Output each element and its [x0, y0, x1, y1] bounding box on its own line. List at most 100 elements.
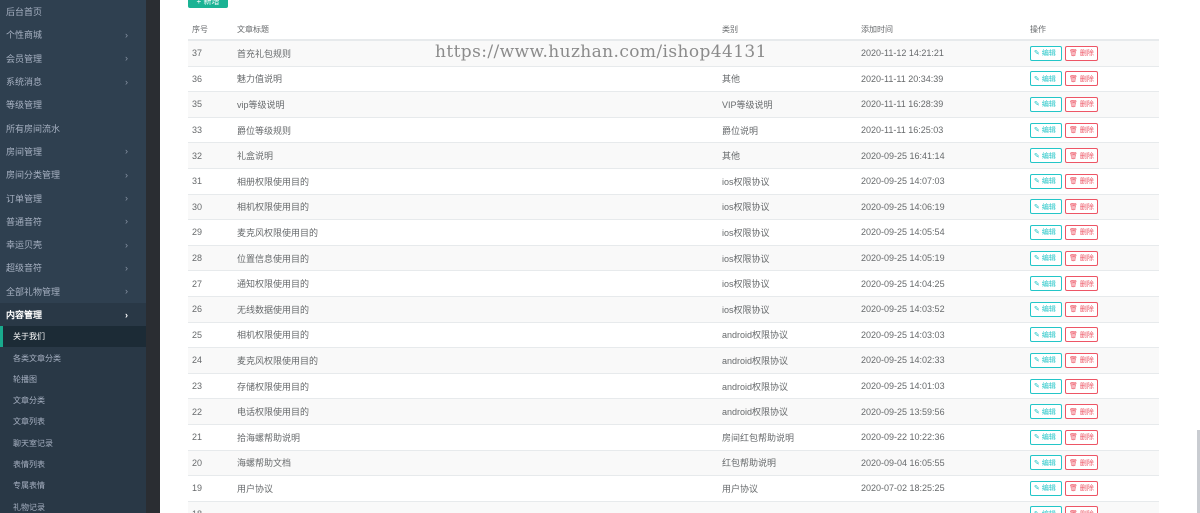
delete-button[interactable]: 🗑删除: [1065, 71, 1098, 87]
edit-button[interactable]: ✎编辑: [1030, 276, 1062, 292]
sidebar-item[interactable]: 系统消息 ›: [0, 70, 146, 93]
sidebar-item[interactable]: 所有房间流水: [0, 116, 146, 139]
pencil-icon: ✎: [1034, 459, 1040, 467]
sidebar-item[interactable]: 等级管理: [0, 93, 146, 116]
row-time: 2020-09-25 13:59:56: [861, 406, 945, 417]
header-category: 类别: [722, 25, 738, 34]
sidebar-item[interactable]: 超级音符 ›: [0, 256, 146, 279]
row-time: 2020-09-25 16:41:14: [861, 150, 945, 161]
pencil-icon: ✎: [1034, 408, 1040, 416]
main-content: + 新增 序号 文章标题 类别 添加时间 操作 37 首充礼包规则 2020-11-…: [160, 0, 1200, 513]
delete-button[interactable]: 🗑删除: [1065, 173, 1098, 189]
pencil-icon: ✎: [1034, 50, 1040, 58]
edit-button[interactable]: ✎编辑: [1030, 429, 1062, 445]
edit-button[interactable]: ✎编辑: [1030, 173, 1062, 189]
delete-button[interactable]: 🗑删除: [1065, 148, 1098, 164]
edit-button[interactable]: ✎编辑: [1030, 148, 1062, 164]
sidebar-subitem[interactable]: 关于我们: [0, 326, 146, 348]
delete-button[interactable]: 🗑删除: [1065, 199, 1098, 215]
edit-button[interactable]: ✎编辑: [1030, 122, 1062, 138]
delete-button[interactable]: 🗑删除: [1065, 45, 1098, 61]
row-title: 魅力值说明: [237, 74, 283, 85]
row-category: ios权限协议: [722, 227, 770, 238]
edit-button[interactable]: ✎编辑: [1030, 378, 1062, 394]
chevron-right-icon: ›: [125, 76, 128, 87]
sidebar-item[interactable]: 房间分类管理 ›: [0, 163, 146, 186]
edit-button[interactable]: ✎编辑: [1030, 327, 1062, 343]
delete-button[interactable]: 🗑删除: [1065, 224, 1098, 240]
trash-icon: 🗑: [1069, 280, 1078, 288]
delete-button[interactable]: 🗑删除: [1065, 378, 1098, 394]
edit-button[interactable]: ✎编辑: [1030, 71, 1062, 87]
row-category: 红包帮助说明: [722, 458, 777, 469]
row-actions: ✎编辑🗑删除: [1030, 224, 1098, 240]
edit-button[interactable]: ✎编辑: [1030, 404, 1062, 420]
edit-button[interactable]: ✎编辑: [1030, 480, 1062, 496]
sidebar-item[interactable]: 订单管理 ›: [0, 186, 146, 209]
edit-button[interactable]: ✎编辑: [1030, 250, 1062, 266]
trash-icon: 🗑: [1069, 101, 1078, 109]
edit-button[interactable]: ✎编辑: [1030, 506, 1062, 513]
edit-button[interactable]: ✎编辑: [1030, 96, 1062, 112]
row-time: 2020-09-25 14:01:03: [861, 381, 945, 392]
row-title: 麦克风权限使用目的: [237, 227, 319, 238]
delete-button[interactable]: 🗑删除: [1065, 301, 1098, 317]
delete-button[interactable]: 🗑删除: [1065, 122, 1098, 138]
delete-button[interactable]: 🗑删除: [1065, 327, 1098, 343]
trash-icon: 🗑: [1069, 434, 1078, 442]
row-actions: ✎编辑🗑删除: [1030, 71, 1098, 87]
edit-label: 编辑: [1041, 75, 1056, 83]
delete-button[interactable]: 🗑删除: [1065, 250, 1098, 266]
trash-icon: 🗑: [1069, 127, 1078, 135]
sidebar-subitem[interactable]: 表情列表: [0, 453, 146, 476]
delete-button[interactable]: 🗑删除: [1065, 480, 1098, 496]
sidebar-subitem[interactable]: 文章分类: [0, 390, 146, 412]
edit-label: 编辑: [1041, 485, 1056, 493]
delete-button[interactable]: 🗑删除: [1065, 276, 1098, 292]
sidebar-item[interactable]: 房间管理 ›: [0, 140, 146, 163]
edit-button[interactable]: ✎编辑: [1030, 224, 1062, 240]
pencil-icon: ✎: [1034, 178, 1040, 186]
sidebar-item[interactable]: 普通音符 ›: [0, 210, 146, 233]
add-button[interactable]: + 新增: [188, 0, 228, 8]
delete-button[interactable]: 🗑删除: [1065, 455, 1098, 471]
row-title: 位置信息使用目的: [237, 253, 310, 264]
delete-button[interactable]: 🗑删除: [1065, 429, 1098, 445]
sidebar-item-label: 订单管理: [6, 193, 43, 204]
delete-button[interactable]: 🗑删除: [1065, 404, 1098, 420]
trash-icon: 🗑: [1069, 331, 1078, 339]
sidebar-item[interactable]: 内容管理 ›: [0, 302, 146, 327]
sidebar-item[interactable]: 个性商城 ›: [0, 23, 146, 46]
delete-button[interactable]: 🗑删除: [1065, 506, 1098, 513]
table-row: 32 礼盒说明 其他 2020-09-25 16:41:14 ✎ 编辑 🗑 删除: [188, 143, 1159, 169]
delete-label: 删除: [1079, 178, 1094, 186]
row-id: 33: [192, 125, 203, 136]
sidebar-item[interactable]: 后台首页: [0, 0, 146, 23]
sidebar-subitem[interactable]: 礼物记录: [0, 496, 146, 513]
sidebar-subitem[interactable]: 轮播图: [0, 368, 146, 391]
edit-button[interactable]: ✎编辑: [1030, 301, 1062, 317]
sidebar-item[interactable]: 幸运贝壳 ›: [0, 233, 146, 256]
sidebar-item-label: 超级音符: [6, 263, 43, 274]
edit-button[interactable]: ✎编辑: [1030, 352, 1062, 368]
edit-label: 编辑: [1041, 152, 1056, 160]
delete-button[interactable]: 🗑删除: [1065, 96, 1098, 112]
table-row: 26 无线数据使用目的 ios权限协议 2020-09-25 14:03:52 ✎ 编辑 🗑…: [188, 296, 1159, 323]
row-id: 30: [192, 201, 203, 212]
sidebar-subitem[interactable]: 聊天室记录: [0, 432, 146, 454]
sidebar-item[interactable]: 全部礼物管理 ›: [0, 280, 146, 303]
table-body: 37 首充礼包规则 2020-11-12 14:21:21 ✎ 编辑 🗑 删除 36 魅力值说明…: [188, 41, 1159, 513]
edit-button[interactable]: ✎编辑: [1030, 199, 1062, 215]
edit-button[interactable]: ✎编辑: [1030, 45, 1062, 61]
sidebar-subitem[interactable]: 文章列表: [0, 411, 146, 433]
delete-button[interactable]: 🗑删除: [1065, 352, 1098, 368]
sidebar-subitem[interactable]: 各类文章分类: [0, 347, 146, 369]
sidebar-subitem[interactable]: 专属表情: [0, 475, 146, 497]
row-title: 海螺帮助文档: [237, 458, 292, 469]
sidebar-item[interactable]: 会员管理 ›: [0, 47, 146, 70]
pencil-icon: ✎: [1034, 203, 1040, 211]
table-row: 23 存储权限使用目的 android权限协议 2020-09-25 14:01:03…: [188, 374, 1159, 400]
pencil-icon: ✎: [1034, 75, 1040, 83]
edit-button[interactable]: ✎编辑: [1030, 455, 1062, 471]
trash-icon: 🗑: [1069, 75, 1078, 83]
